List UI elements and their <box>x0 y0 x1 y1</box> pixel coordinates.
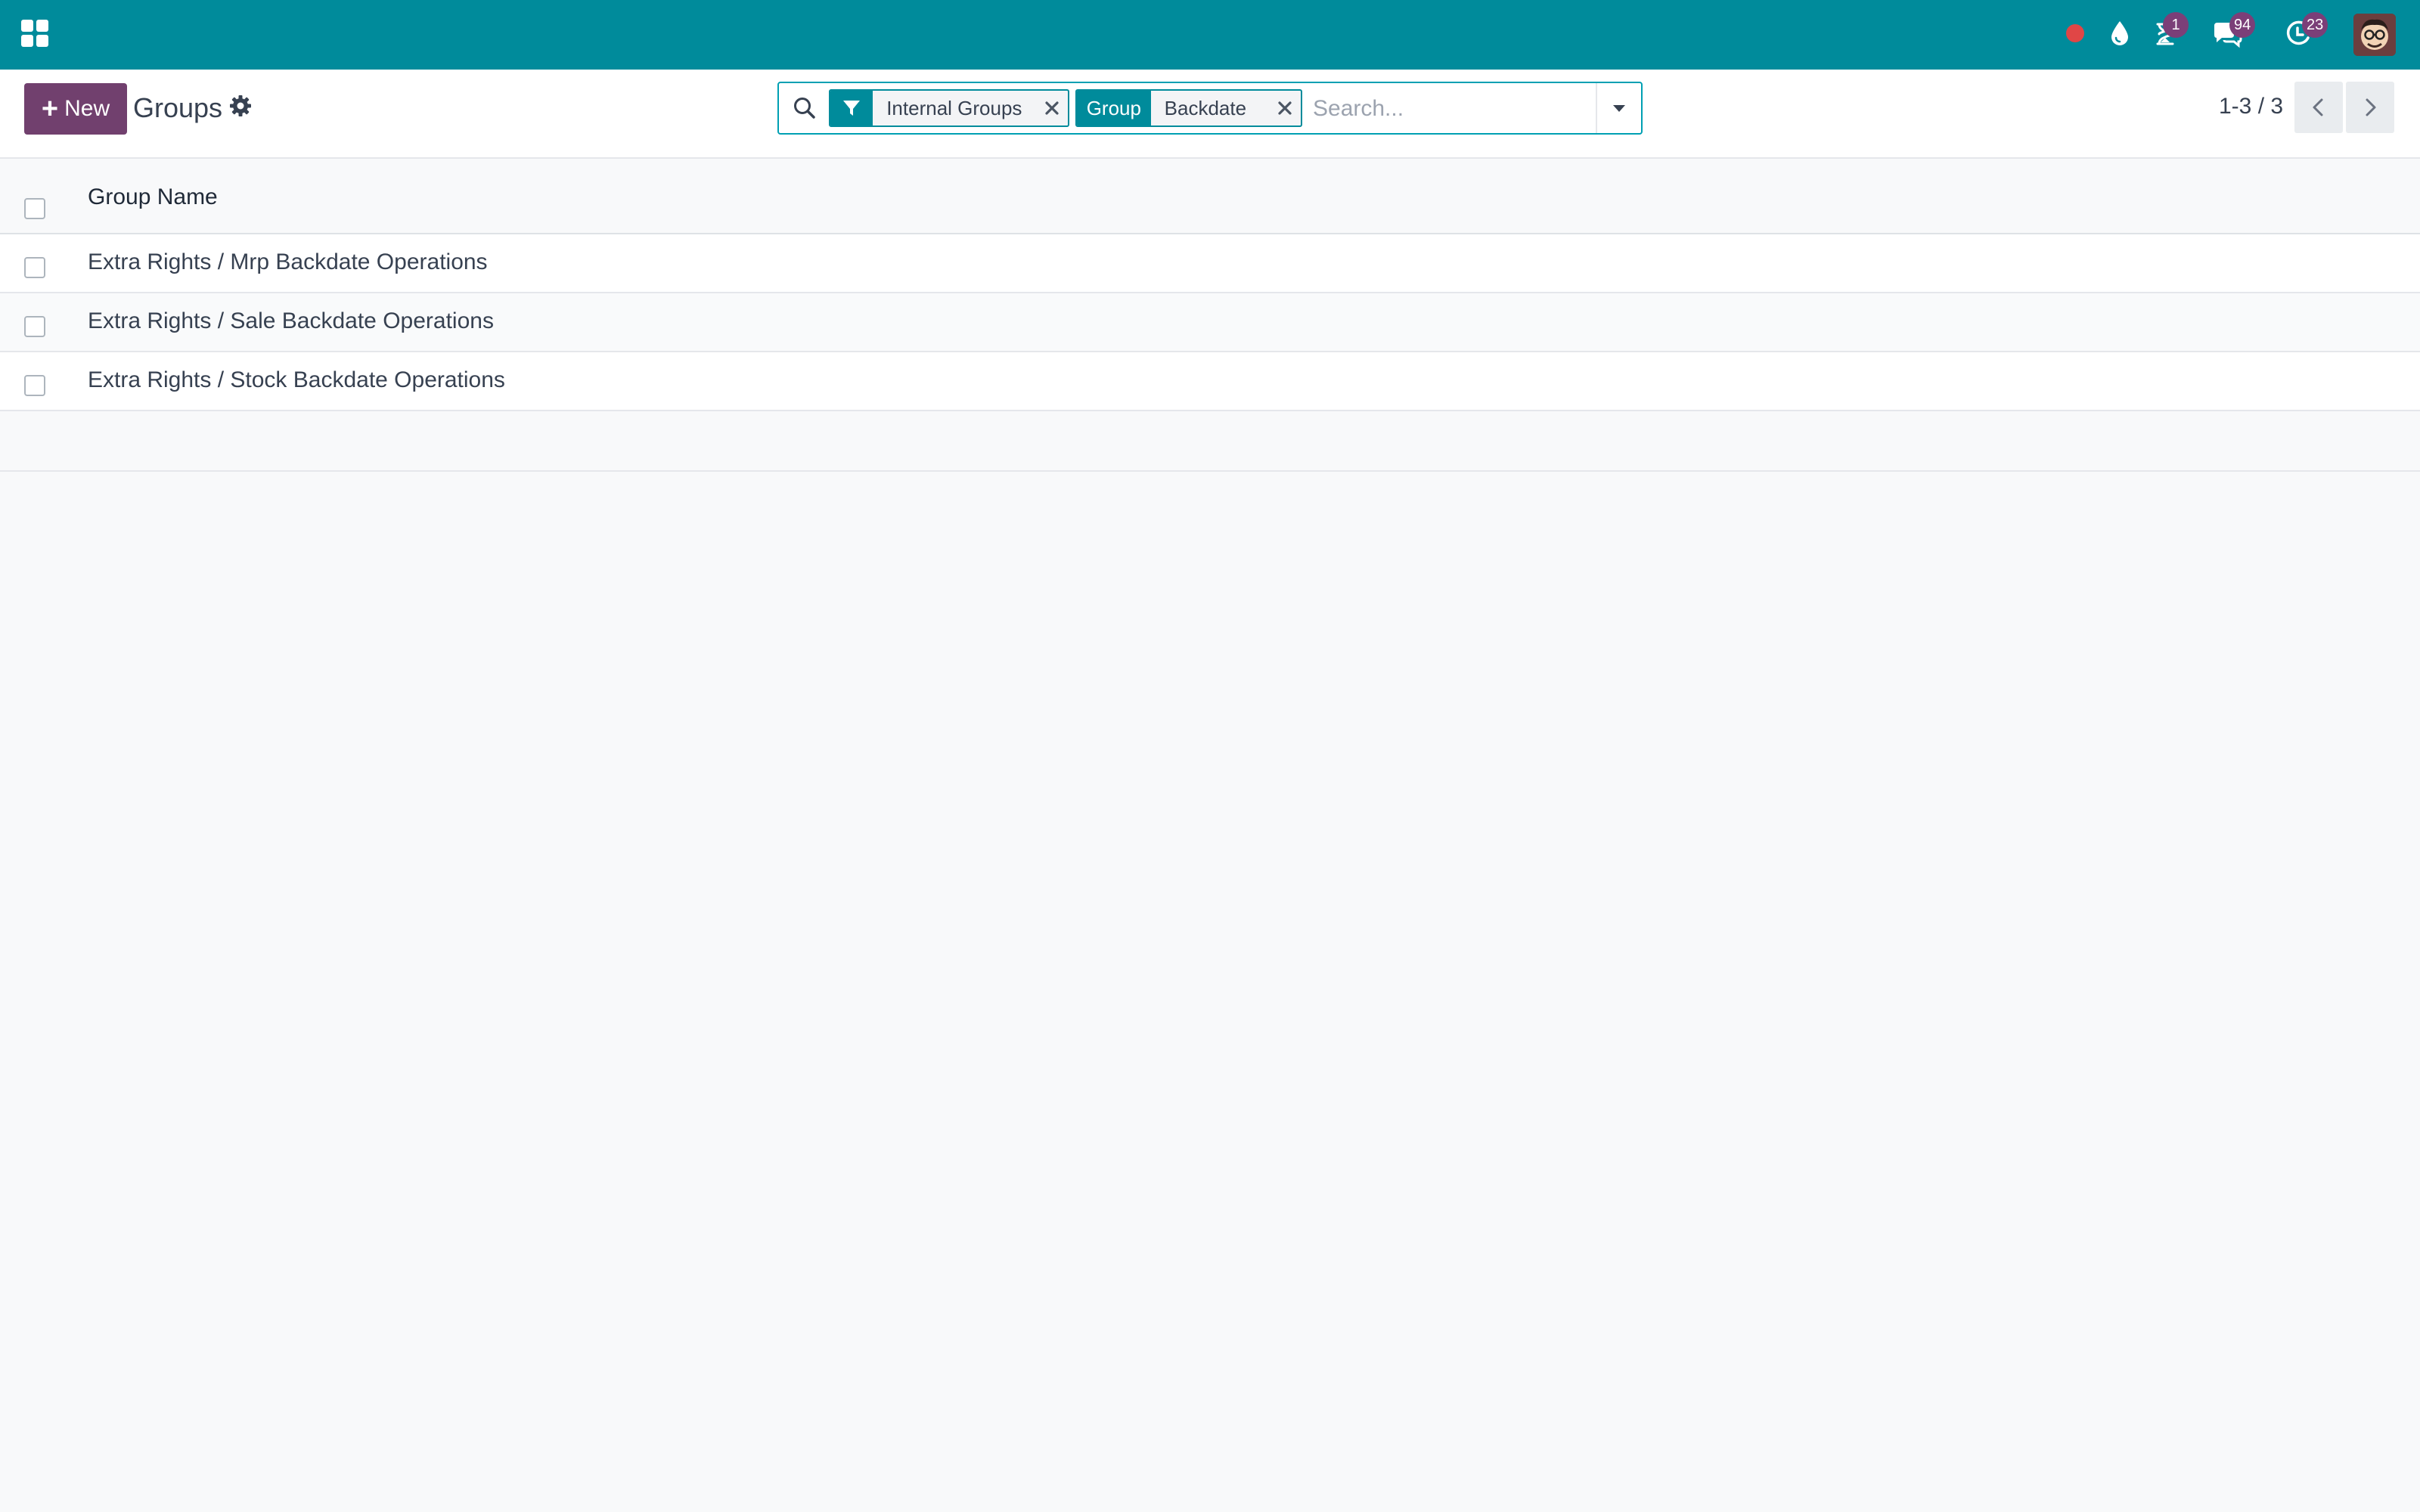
facet-value: Backdate <box>1164 96 1247 119</box>
close-icon[interactable] <box>1037 91 1068 125</box>
group-name-cell: Extra Rights / Stock Backdate Operations <box>88 367 505 392</box>
search-box: Internal Groups Group Backdate <box>777 82 1643 135</box>
row-checkbox[interactable] <box>24 375 45 396</box>
control-panel: + New Groups Internal Groups Group Backd… <box>0 70 2420 159</box>
gear-icon[interactable] <box>228 94 253 118</box>
top-navbar: 1 94 23 <box>0 0 2420 70</box>
plus-icon: + <box>41 93 59 125</box>
activity-badge: 23 <box>2302 12 2328 38</box>
activity-clock-icon[interactable]: 23 <box>2279 12 2328 53</box>
row-checkbox[interactable] <box>24 316 45 337</box>
list-footer <box>0 411 2420 472</box>
search-facet-filter: Internal Groups <box>829 89 1069 127</box>
new-button-label: New <box>64 96 110 121</box>
list-header: Group Name <box>0 159 2420 234</box>
apps-grid-icon[interactable] <box>21 20 48 47</box>
new-button[interactable]: + New <box>24 83 127 135</box>
chevron-left-icon <box>2313 98 2323 116</box>
droplet-icon[interactable] <box>2101 15 2139 53</box>
pager-previous-button[interactable] <box>2294 82 2343 133</box>
close-icon[interactable] <box>1270 91 1301 125</box>
group-name-cell: Extra Rights / Sale Backdate Operations <box>88 308 494 333</box>
select-all-checkbox[interactable] <box>24 198 45 219</box>
table-row[interactable]: Extra Rights / Mrp Backdate Operations <box>0 234 2420 293</box>
row-checkbox[interactable] <box>24 257 45 278</box>
page-title: Groups <box>133 92 223 123</box>
table-row[interactable]: Extra Rights / Sale Backdate Operations <box>0 293 2420 352</box>
filter-icon <box>830 91 873 125</box>
pager-value[interactable]: 1-3 / 3 <box>2219 94 2283 119</box>
caret-down-icon <box>1613 105 1625 112</box>
search-options-toggle[interactable] <box>1596 83 1641 133</box>
user-avatar[interactable] <box>2353 14 2396 56</box>
column-header-group-name[interactable]: Group Name <box>88 184 218 210</box>
facet-value: Internal Groups <box>886 96 1022 119</box>
chat-badge: 94 <box>2229 12 2256 38</box>
group-name-cell: Extra Rights / Mrp Backdate Operations <box>88 249 488 274</box>
table-row[interactable]: Extra Rights / Stock Backdate Operations <box>0 352 2420 411</box>
chevron-right-icon <box>2366 98 2376 116</box>
pager-next-button[interactable] <box>2346 82 2394 133</box>
chat-bubbles-icon[interactable]: 94 <box>2208 12 2256 53</box>
recording-dot-icon[interactable] <box>2057 15 2095 53</box>
hourglass-icon[interactable]: 1 <box>2146 12 2189 53</box>
facet-tag-label: Group <box>1077 91 1151 125</box>
list-view: Group Name Extra Rights / Mrp Backdate O… <box>0 159 2420 472</box>
hourglass-badge: 1 <box>2163 12 2189 38</box>
search-icon[interactable] <box>791 94 818 122</box>
search-facet-group: Group Backdate <box>1075 89 1302 127</box>
search-input[interactable] <box>1311 89 1541 129</box>
